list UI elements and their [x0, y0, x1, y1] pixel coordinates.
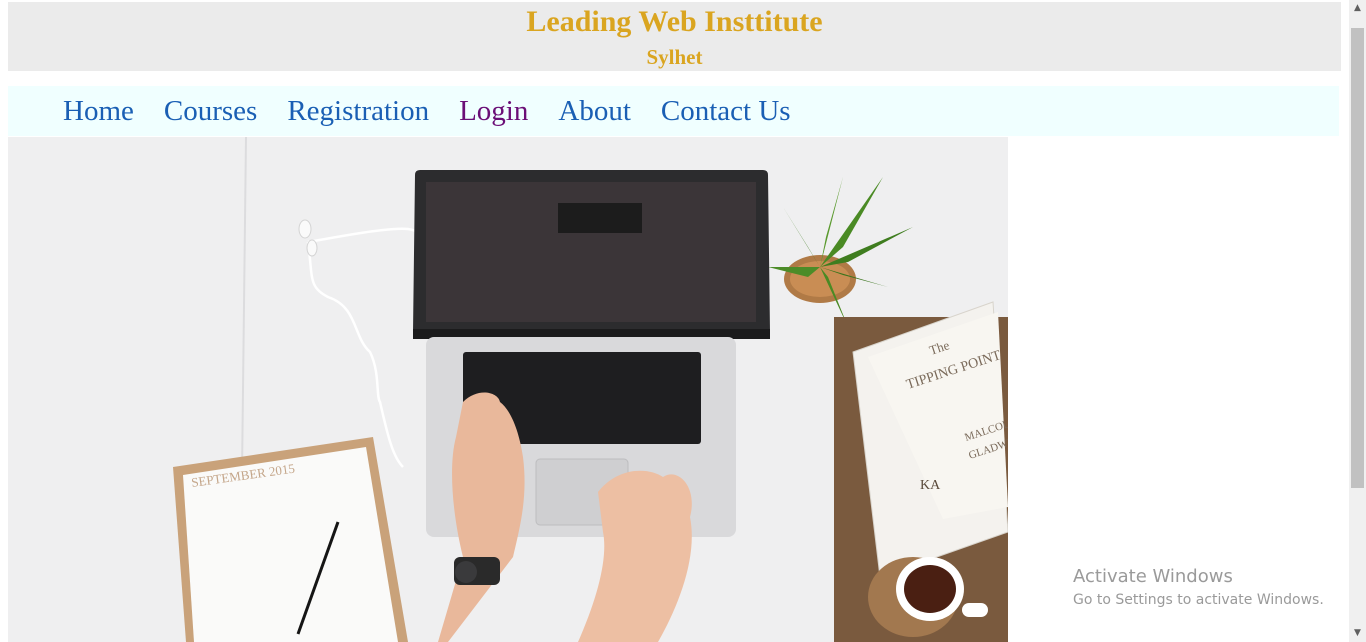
site-subtitle: Sylhet — [646, 45, 703, 69]
nav-item-login: Login — [459, 94, 558, 128]
vertical-scrollbar[interactable]: ▲ ▼ — [1349, 0, 1366, 642]
nav-item-home: Home — [63, 94, 164, 128]
watermark-subtitle: Go to Settings to activate Windows. — [1073, 592, 1324, 608]
planner: SEPTEMBER 2015 — [173, 437, 408, 642]
nav-link-courses[interactable]: Courses — [164, 95, 257, 127]
nav-item-courses: Courses — [164, 94, 287, 128]
nav-item-registration: Registration — [287, 94, 459, 128]
nav-link-home[interactable]: Home — [63, 95, 134, 127]
scrollbar-thumb[interactable] — [1351, 28, 1364, 488]
windows-activation-watermark: Activate Windows Go to Settings to activ… — [1073, 566, 1324, 610]
nav-link-about[interactable]: About — [558, 95, 631, 127]
site-title: Leading Web Insttitute — [526, 5, 823, 38]
nav-list: Home Courses Registration Login About Co… — [8, 86, 1339, 136]
nav-link-contact-us[interactable]: Contact Us — [661, 95, 791, 127]
site-header: Leading Web Insttitute Sylhet — [8, 2, 1341, 71]
nav-link-registration[interactable]: Registration — [287, 95, 429, 127]
hero-image: SEPTEMBER 2015 The TIPPING POINT MALCOLM… — [8, 137, 1008, 642]
hero-illustration: SEPTEMBER 2015 The TIPPING POINT MALCOLM… — [8, 137, 1008, 642]
book-spine-text: KA — [920, 478, 941, 493]
nav-link-login[interactable]: Login — [459, 95, 528, 127]
nav-item-about: About — [558, 94, 661, 128]
watermark-title: Activate Windows — [1073, 566, 1233, 587]
main-navigation: Home Courses Registration Login About Co… — [8, 86, 1339, 136]
chevron-down-icon[interactable]: ▼ — [1349, 625, 1366, 642]
nav-item-contact: Contact Us — [661, 94, 821, 128]
chevron-up-icon[interactable]: ▲ — [1349, 0, 1366, 17]
books: The TIPPING POINT MALCOLM GLADWELL KA — [852, 301, 1008, 578]
